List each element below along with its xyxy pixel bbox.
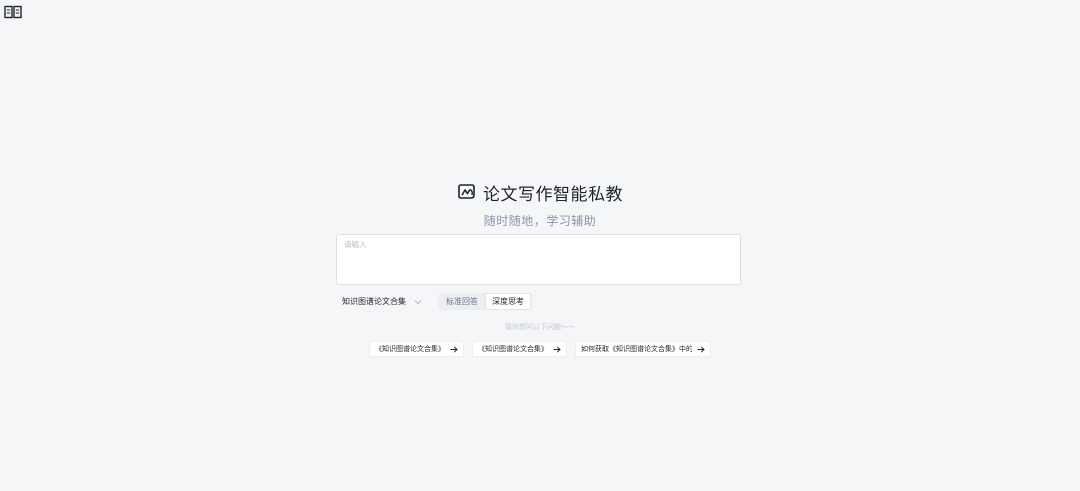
app-page: 论文写作智能私教 随时随地，学习辅助 知识图谱论文合集 标准回答 深度思考 猜你… [0, 0, 1080, 491]
input-controls: 知识图谱论文合集 标准回答 深度思考 [336, 293, 741, 310]
suggested-question-text: 《知识图谱论文合集》 [375, 345, 445, 353]
suggestion-hint: 猜你想问以下问题～～ [505, 323, 575, 331]
question-input[interactable] [337, 235, 740, 284]
page-title: 论文写作智能私教 [483, 184, 623, 205]
suggested-question-text: 如何获取《知识图谱论文合集》中的 [581, 345, 692, 353]
arrow-right-icon [697, 345, 705, 353]
page-subtitle: 随时随地，学习辅助 [483, 214, 597, 228]
suggested-question-chip[interactable]: 《知识图谱论文合集》 [369, 341, 464, 357]
suggested-question-chip[interactable]: 如何获取《知识图谱论文合集》中的 [575, 341, 711, 357]
suggested-questions: 《知识图谱论文合集》 《知识图谱论文合集》 如何获取《知识图谱论文合集》中的 [0, 341, 1080, 357]
arrow-right-icon [450, 345, 458, 353]
open-book-icon [4, 5, 22, 19]
suggested-question-text: 《知识图谱论文合集》 [478, 345, 548, 353]
answer-mode-toggle: 标准回答 深度思考 [438, 293, 532, 310]
question-input-box [336, 234, 741, 285]
open-book-button[interactable] [4, 5, 22, 19]
thesis-logo-icon [458, 184, 475, 199]
chevron-down-icon [414, 299, 422, 305]
knowledge-base-label: 知识图谱论文合集 [342, 297, 406, 306]
mode-deep-thinking-button[interactable]: 深度思考 [485, 293, 531, 310]
hero: 论文写作智能私教 随时随地，学习辅助 [0, 180, 1080, 229]
title-row: 论文写作智能私教 [0, 180, 1080, 205]
mode-standard-button[interactable]: 标准回答 [439, 293, 485, 310]
knowledge-base-select[interactable]: 知识图谱论文合集 [336, 293, 428, 310]
arrow-right-icon [553, 345, 561, 353]
suggested-question-chip[interactable]: 《知识图谱论文合集》 [472, 341, 567, 357]
